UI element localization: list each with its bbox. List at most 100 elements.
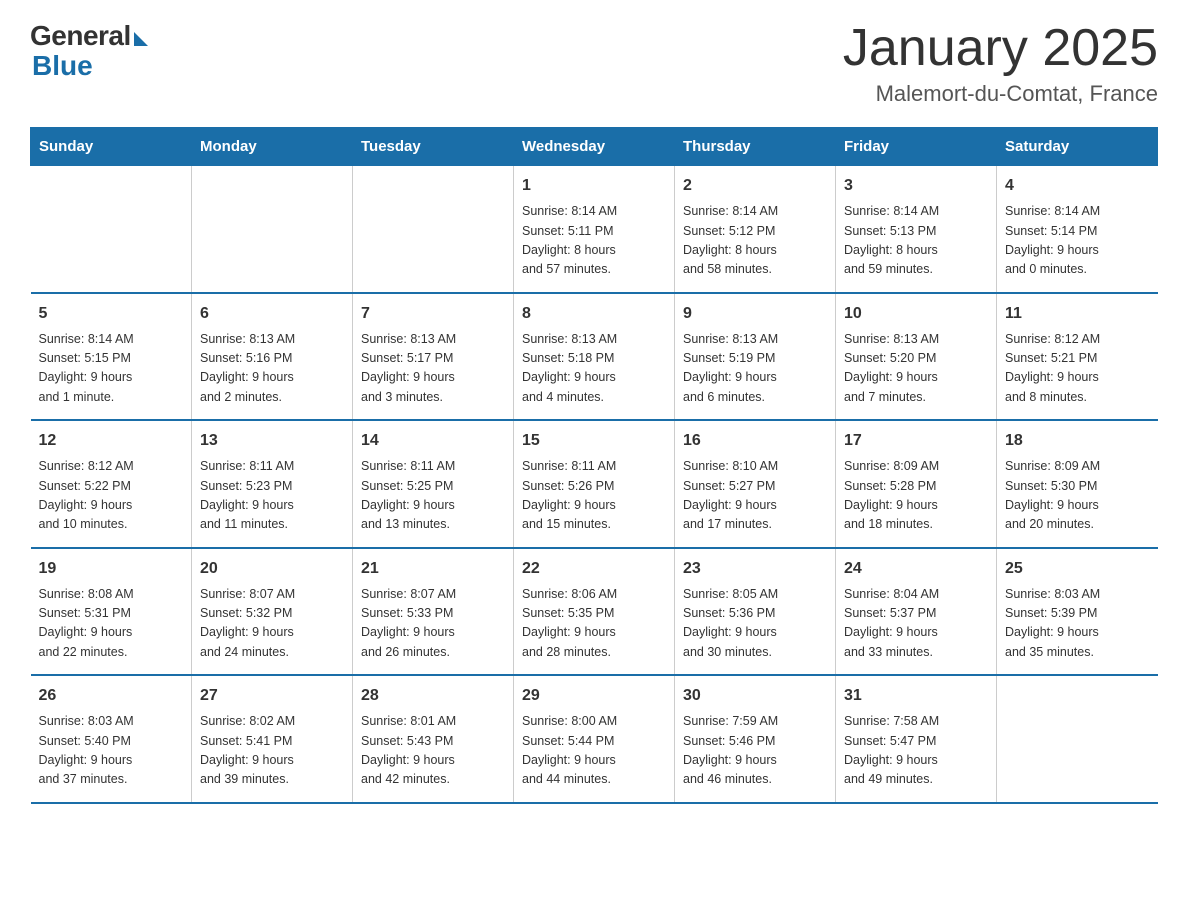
day-info: Sunrise: 8:14 AM Sunset: 5:13 PM Dayligh… bbox=[844, 202, 988, 280]
day-info: Sunrise: 8:12 AM Sunset: 5:21 PM Dayligh… bbox=[1005, 330, 1150, 408]
calendar-cell: 15 Sunrise: 8:11 AM Sunset: 5:26 PM Dayli… bbox=[514, 420, 675, 548]
logo-blue-text: Blue bbox=[30, 50, 93, 82]
calendar-cell: 4 Sunrise: 8:14 AM Sunset: 5:14 PM Daylig… bbox=[997, 166, 1158, 293]
day-number: 21 bbox=[361, 557, 505, 581]
day-number: 12 bbox=[39, 429, 184, 453]
calendar-cell: 23Sunrise: 8:05 AM Sunset: 5:36 PM Dayli… bbox=[675, 548, 836, 676]
day-number: 4 bbox=[1005, 174, 1150, 198]
day-info: Sunrise: 8:08 AM Sunset: 5:31 PM Dayligh… bbox=[39, 585, 184, 663]
day-number: 24 bbox=[844, 557, 988, 581]
day-number: 28 bbox=[361, 684, 505, 708]
day-number: 17 bbox=[844, 429, 988, 453]
day-number: 5 bbox=[39, 302, 184, 326]
location-title: Malemort-du-Comtat, France bbox=[843, 81, 1158, 107]
calendar-cell: 19 Sunrise: 8:08 AM Sunset: 5:31 PM Dayli… bbox=[31, 548, 192, 676]
calendar-body: 1Sunrise: 8:14 AM Sunset: 5:11 PM Daylig… bbox=[31, 166, 1158, 803]
calendar-cell: 3Sunrise: 8:14 AM Sunset: 5:13 PM Daylig… bbox=[836, 166, 997, 293]
logo: General Blue bbox=[30, 20, 148, 82]
week-row-5: 26 Sunrise: 8:03 AM Sunset: 5:40 PM Dayli… bbox=[31, 675, 1158, 803]
header-cell-saturday: Saturday bbox=[997, 128, 1158, 166]
week-row-1: 1Sunrise: 8:14 AM Sunset: 5:11 PM Daylig… bbox=[31, 166, 1158, 293]
day-info: Sunrise: 8:14 AM Sunset: 5:14 PM Dayligh… bbox=[1005, 202, 1150, 280]
day-info: Sunrise: 8:13 AM Sunset: 5:19 PM Dayligh… bbox=[683, 330, 827, 408]
day-info: Sunrise: 8:13 AM Sunset: 5:16 PM Dayligh… bbox=[200, 330, 344, 408]
day-info: Sunrise: 8:03 AM Sunset: 5:40 PM Dayligh… bbox=[39, 712, 184, 790]
logo-top: General bbox=[30, 20, 148, 52]
day-info: Sunrise: 8:11 AM Sunset: 5:26 PM Dayligh… bbox=[522, 457, 666, 535]
day-info: Sunrise: 8:11 AM Sunset: 5:23 PM Dayligh… bbox=[200, 457, 344, 535]
calendar-cell: 1Sunrise: 8:14 AM Sunset: 5:11 PM Daylig… bbox=[514, 166, 675, 293]
day-info: Sunrise: 8:04 AM Sunset: 5:37 PM Dayligh… bbox=[844, 585, 988, 663]
day-info: Sunrise: 8:13 AM Sunset: 5:18 PM Dayligh… bbox=[522, 330, 666, 408]
calendar-cell: 24 Sunrise: 8:04 AM Sunset: 5:37 PM Dayli… bbox=[836, 548, 997, 676]
calendar-cell: 29 Sunrise: 8:00 AM Sunset: 5:44 PM Dayli… bbox=[514, 675, 675, 803]
day-number: 23 bbox=[683, 557, 827, 581]
calendar-cell: 16 Sunrise: 8:10 AM Sunset: 5:27 PM Dayli… bbox=[675, 420, 836, 548]
calendar-cell: 17Sunrise: 8:09 AM Sunset: 5:28 PM Dayli… bbox=[836, 420, 997, 548]
day-number: 2 bbox=[683, 174, 827, 198]
calendar-cell: 10 Sunrise: 8:13 AM Sunset: 5:20 PM Dayli… bbox=[836, 293, 997, 421]
day-number: 29 bbox=[522, 684, 666, 708]
header-cell-tuesday: Tuesday bbox=[353, 128, 514, 166]
calendar-cell bbox=[31, 166, 192, 293]
calendar-cell: 7Sunrise: 8:13 AM Sunset: 5:17 PM Daylig… bbox=[353, 293, 514, 421]
calendar-cell: 27 Sunrise: 8:02 AM Sunset: 5:41 PM Dayli… bbox=[192, 675, 353, 803]
day-info: Sunrise: 8:14 AM Sunset: 5:12 PM Dayligh… bbox=[683, 202, 827, 280]
day-info: Sunrise: 7:59 AM Sunset: 5:46 PM Dayligh… bbox=[683, 712, 827, 790]
day-info: Sunrise: 8:09 AM Sunset: 5:30 PM Dayligh… bbox=[1005, 457, 1150, 535]
calendar-header: SundayMondayTuesdayWednesdayThursdayFrid… bbox=[31, 128, 1158, 166]
calendar-cell: 9 Sunrise: 8:13 AM Sunset: 5:19 PM Daylig… bbox=[675, 293, 836, 421]
day-info: Sunrise: 8:01 AM Sunset: 5:43 PM Dayligh… bbox=[361, 712, 505, 790]
calendar-cell: 30 Sunrise: 7:59 AM Sunset: 5:46 PM Dayli… bbox=[675, 675, 836, 803]
day-info: Sunrise: 8:12 AM Sunset: 5:22 PM Dayligh… bbox=[39, 457, 184, 535]
calendar-cell bbox=[353, 166, 514, 293]
day-number: 27 bbox=[200, 684, 344, 708]
calendar-cell: 14Sunrise: 8:11 AM Sunset: 5:25 PM Dayli… bbox=[353, 420, 514, 548]
logo-arrow-icon bbox=[134, 32, 148, 46]
day-number: 11 bbox=[1005, 302, 1150, 326]
day-number: 7 bbox=[361, 302, 505, 326]
calendar-cell: 22Sunrise: 8:06 AM Sunset: 5:35 PM Dayli… bbox=[514, 548, 675, 676]
day-number: 30 bbox=[683, 684, 827, 708]
calendar-cell: 2 Sunrise: 8:14 AM Sunset: 5:12 PM Daylig… bbox=[675, 166, 836, 293]
day-info: Sunrise: 8:07 AM Sunset: 5:32 PM Dayligh… bbox=[200, 585, 344, 663]
day-number: 8 bbox=[522, 302, 666, 326]
calendar-table: SundayMondayTuesdayWednesdayThursdayFrid… bbox=[30, 127, 1158, 804]
calendar-cell: 21 Sunrise: 8:07 AM Sunset: 5:33 PM Dayli… bbox=[353, 548, 514, 676]
calendar-cell: 25 Sunrise: 8:03 AM Sunset: 5:39 PM Dayli… bbox=[997, 548, 1158, 676]
calendar-cell: 20 Sunrise: 8:07 AM Sunset: 5:32 PM Dayli… bbox=[192, 548, 353, 676]
day-number: 13 bbox=[200, 429, 344, 453]
header-cell-thursday: Thursday bbox=[675, 128, 836, 166]
header-cell-monday: Monday bbox=[192, 128, 353, 166]
day-number: 26 bbox=[39, 684, 184, 708]
day-number: 15 bbox=[522, 429, 666, 453]
day-number: 25 bbox=[1005, 557, 1150, 581]
day-info: Sunrise: 8:03 AM Sunset: 5:39 PM Dayligh… bbox=[1005, 585, 1150, 663]
calendar-cell bbox=[192, 166, 353, 293]
calendar-cell bbox=[997, 675, 1158, 803]
day-number: 20 bbox=[200, 557, 344, 581]
day-info: Sunrise: 8:07 AM Sunset: 5:33 PM Dayligh… bbox=[361, 585, 505, 663]
calendar-cell: 11 Sunrise: 8:12 AM Sunset: 5:21 PM Dayli… bbox=[997, 293, 1158, 421]
calendar-cell: 26 Sunrise: 8:03 AM Sunset: 5:40 PM Dayli… bbox=[31, 675, 192, 803]
calendar-cell: 28 Sunrise: 8:01 AM Sunset: 5:43 PM Dayli… bbox=[353, 675, 514, 803]
day-info: Sunrise: 8:02 AM Sunset: 5:41 PM Dayligh… bbox=[200, 712, 344, 790]
day-info: Sunrise: 8:13 AM Sunset: 5:20 PM Dayligh… bbox=[844, 330, 988, 408]
day-number: 6 bbox=[200, 302, 344, 326]
header-cell-sunday: Sunday bbox=[31, 128, 192, 166]
day-number: 31 bbox=[844, 684, 988, 708]
week-row-2: 5Sunrise: 8:14 AM Sunset: 5:15 PM Daylig… bbox=[31, 293, 1158, 421]
header-row: SundayMondayTuesdayWednesdayThursdayFrid… bbox=[31, 128, 1158, 166]
day-info: Sunrise: 8:10 AM Sunset: 5:27 PM Dayligh… bbox=[683, 457, 827, 535]
day-info: Sunrise: 8:00 AM Sunset: 5:44 PM Dayligh… bbox=[522, 712, 666, 790]
day-number: 18 bbox=[1005, 429, 1150, 453]
title-section: January 2025 Malemort-du-Comtat, France bbox=[843, 20, 1158, 107]
day-number: 16 bbox=[683, 429, 827, 453]
day-number: 14 bbox=[361, 429, 505, 453]
page-header: General Blue January 2025 Malemort-du-Co… bbox=[30, 20, 1158, 107]
calendar-cell: 13 Sunrise: 8:11 AM Sunset: 5:23 PM Dayli… bbox=[192, 420, 353, 548]
day-number: 9 bbox=[683, 302, 827, 326]
day-number: 1 bbox=[522, 174, 666, 198]
day-number: 19 bbox=[39, 557, 184, 581]
day-number: 10 bbox=[844, 302, 988, 326]
